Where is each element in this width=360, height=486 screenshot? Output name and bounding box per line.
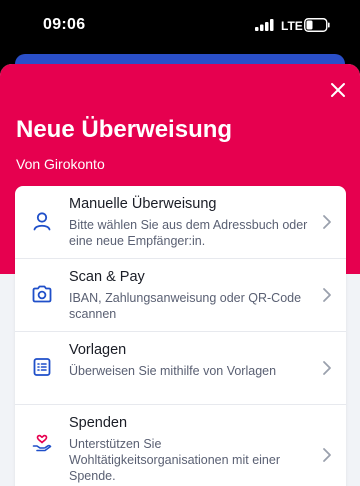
battery-icon (304, 18, 330, 32)
option-title: Manuelle Überweisung (69, 196, 217, 212)
donation-heart-icon (32, 434, 52, 452)
option-title: Scan & Pay (69, 269, 145, 285)
list-icon (33, 358, 51, 376)
option-description: Unterstützen Sie Wohltätigkeitsorganisat… (69, 437, 280, 483)
sheet-title: Neue Überweisung (16, 116, 233, 143)
close-icon[interactable] (327, 79, 349, 101)
camera-icon (32, 285, 52, 303)
chevron-right-icon (323, 361, 331, 375)
person-icon (33, 212, 51, 231)
chevron-right-icon (323, 288, 331, 302)
chevron-right-icon (323, 215, 331, 229)
status-time: 09:06 (43, 16, 86, 33)
network-type: LTE (281, 19, 303, 33)
option-description: Überweisen Sie mithilfe von Vorlagen (69, 364, 277, 378)
status-bar: 09:06 LTE (0, 0, 360, 52)
transfer-options-list: Manuelle Überweisung Bitte wählen Sie au… (15, 186, 346, 486)
option-manual-transfer[interactable]: Manuelle Überweisung Bitte wählen Sie au… (15, 186, 346, 259)
option-scan-pay[interactable]: Scan & Pay IBAN, Zahlungsanweisung oder … (15, 259, 346, 332)
sheet-subtitle: Von Girokonto (16, 156, 105, 172)
option-donations[interactable]: Spenden Unterstützen Sie Wohltätigkeitso… (15, 405, 346, 486)
option-title: Vorlagen (69, 342, 127, 358)
option-title: Spenden (69, 415, 128, 431)
signal-icon (255, 19, 274, 31)
option-description: Bitte wählen Sie aus dem Adressbuch oder… (69, 218, 308, 248)
transfer-sheet: Neue Überweisung Von Girokonto Manuelle … (0, 64, 360, 486)
chevron-right-icon (323, 448, 331, 462)
option-templates[interactable]: Vorlagen Überweisen Sie mithilfe von Vor… (15, 332, 346, 405)
option-description: IBAN, Zahlungsanweisung oder QR-Code sca… (69, 291, 302, 321)
